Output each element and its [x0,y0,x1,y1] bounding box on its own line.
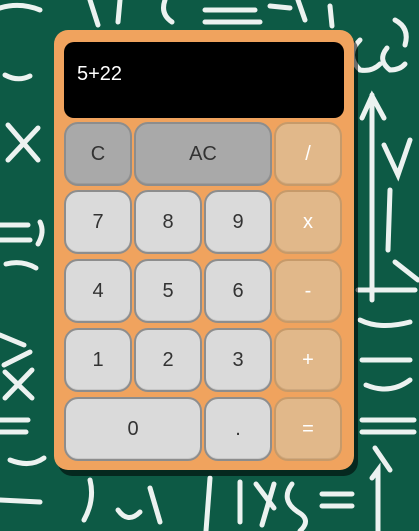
calculator-display: 5+22 [64,42,344,118]
seven-button[interactable]: 7 [64,190,132,254]
nine-button[interactable]: 9 [204,190,272,254]
equals-button[interactable]: = [274,397,342,461]
add-button[interactable]: + [274,328,342,392]
five-button[interactable]: 5 [134,259,202,323]
clear-button[interactable]: C [64,122,132,186]
divide-button[interactable]: / [274,122,342,186]
eight-button[interactable]: 8 [134,190,202,254]
four-button[interactable]: 4 [64,259,132,323]
zero-button[interactable]: 0 [64,397,202,461]
calculator: 5+22 C AC / 7 8 9 x 4 5 6 - 1 2 3 + 0 . … [54,30,354,470]
three-button[interactable]: 3 [204,328,272,392]
subtract-button[interactable]: - [274,259,342,323]
two-button[interactable]: 2 [134,328,202,392]
six-button[interactable]: 6 [204,259,272,323]
multiply-button[interactable]: x [274,190,342,254]
all-clear-button[interactable]: AC [134,122,272,186]
one-button[interactable]: 1 [64,328,132,392]
decimal-button[interactable]: . [204,397,272,461]
